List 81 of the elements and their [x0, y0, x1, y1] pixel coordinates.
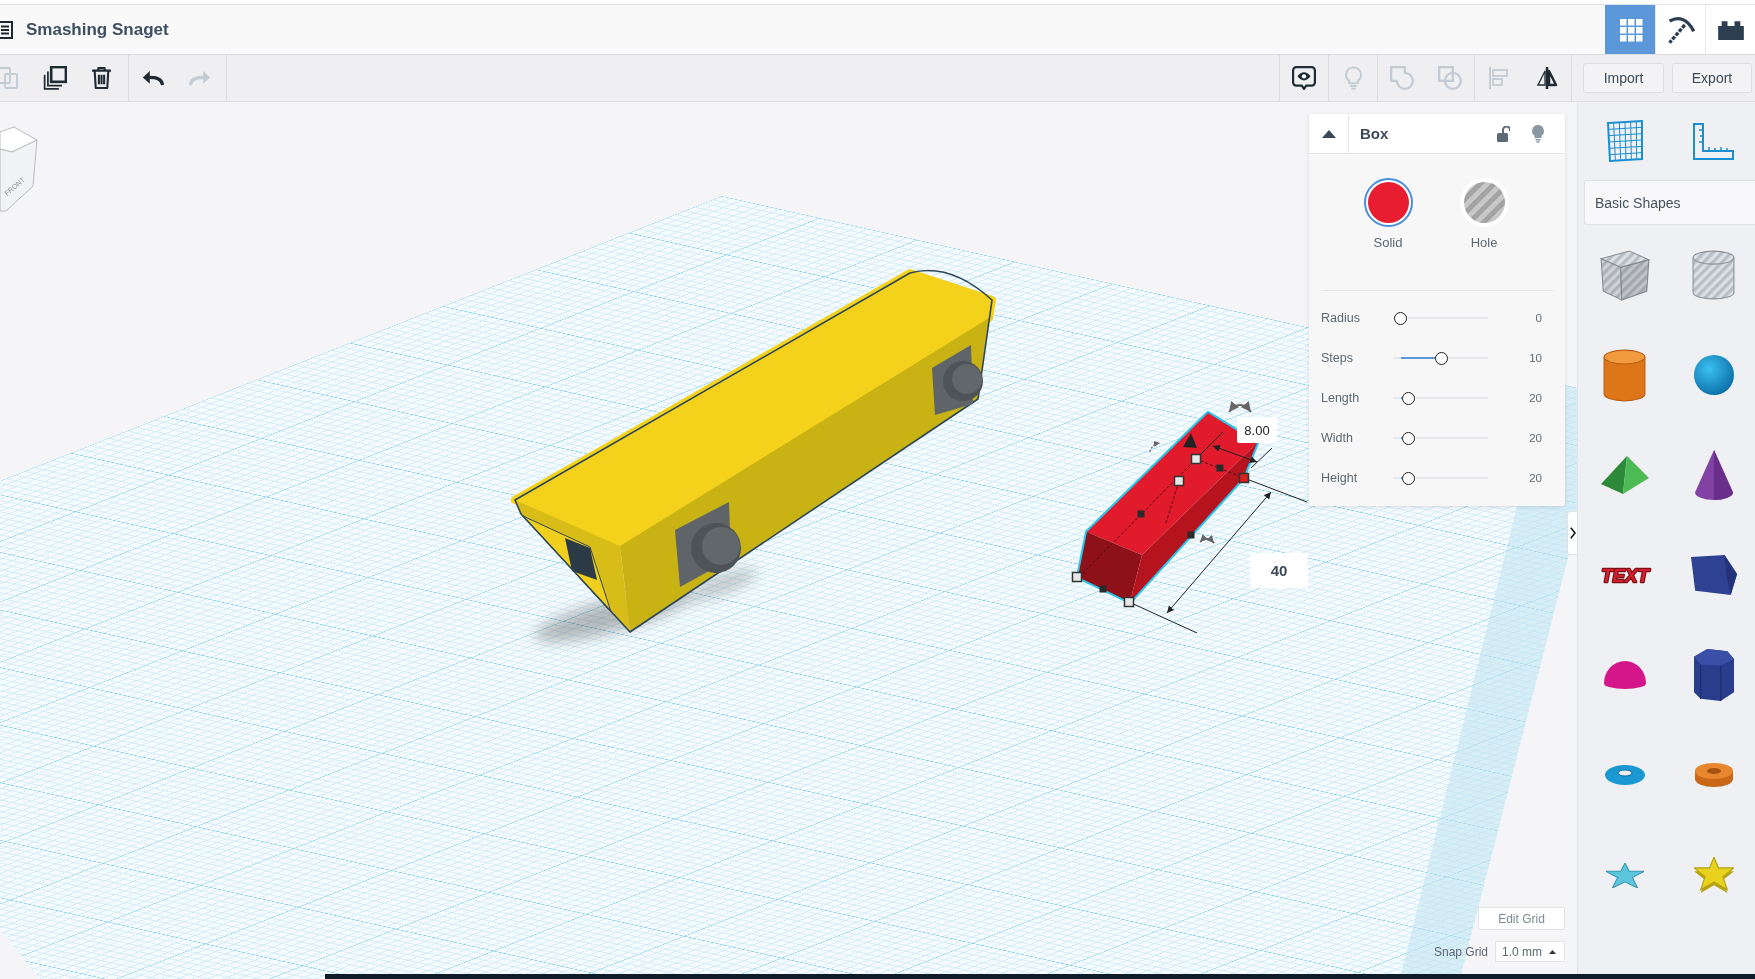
- workplane-grid-icon[interactable]: [1604, 119, 1645, 163]
- slider-thumb[interactable]: [1394, 311, 1407, 325]
- import-button[interactable]: Import: [1583, 63, 1664, 93]
- edge-handle[interactable]: [1137, 510, 1145, 518]
- clipboard-icon: [0, 67, 19, 89]
- edge-handle[interactable]: [1187, 531, 1195, 539]
- edit-grid-button[interactable]: Edit Grid: [1478, 907, 1565, 930]
- sidebar-toggle-button[interactable]: [1567, 511, 1577, 555]
- resize-handle[interactable]: [1238, 472, 1250, 484]
- ruler-icon[interactable]: [1692, 121, 1735, 161]
- slider-thumb[interactable]: [1402, 431, 1416, 445]
- prism-icon[interactable]: [1690, 555, 1737, 595]
- shape-name[interactable]: Box: [1360, 125, 1389, 142]
- cone-icon[interactable]: [1694, 450, 1733, 500]
- parameter-label: Steps: [1321, 351, 1354, 365]
- undo-arrow-icon: [141, 70, 164, 86]
- eye-bubble-icon: [1292, 66, 1316, 90]
- striped-cylinder-icon[interactable]: [1692, 250, 1735, 300]
- export-button[interactable]: Export: [1672, 63, 1752, 93]
- roof-icon[interactable]: [1600, 456, 1649, 494]
- resize-handle[interactable]: [1190, 453, 1202, 465]
- rounded-box-drawing[interactable]: [511, 269, 996, 642]
- dome-icon[interactable]: [1603, 661, 1646, 689]
- edge-handle[interactable]: [1216, 464, 1224, 472]
- height-handle[interactable]: [1183, 433, 1197, 448]
- hexagonal-prism-icon[interactable]: [1693, 649, 1734, 701]
- parameter-value: 20: [1528, 392, 1543, 404]
- brick-icon: [1716, 19, 1745, 40]
- lightbulb-icon[interactable]: [1531, 124, 1545, 143]
- padlock-icon[interactable]: [1497, 125, 1510, 142]
- parameter-value: 20: [1528, 432, 1543, 444]
- parameter-label: Radius: [1321, 311, 1361, 325]
- redo-arrow-icon: [188, 70, 211, 86]
- resize-handle[interactable]: [1123, 596, 1135, 608]
- category-dropdown[interactable]: Basic Shapes: [1584, 180, 1755, 225]
- align-left-icon: [1489, 67, 1509, 89]
- square-circle-icon: [1438, 66, 1462, 90]
- resize-handle[interactable]: [1071, 571, 1083, 583]
- snap-grid-dropdown[interactable]: 1.0 mm: [1495, 941, 1565, 962]
- parameter-label: Width: [1321, 431, 1354, 445]
- tube-icon[interactable]: [1694, 763, 1733, 787]
- trash-icon: [91, 66, 112, 90]
- dimension-label[interactable]: 40: [1250, 553, 1308, 588]
- copy-icon: [42, 66, 67, 90]
- bricks-button[interactable]: [1705, 5, 1755, 54]
- pickaxe-icon: [1666, 15, 1695, 44]
- cylinder-icon[interactable]: [1603, 348, 1646, 402]
- menu-icon[interactable]: [0, 20, 13, 39]
- sphere-icon[interactable]: [1693, 355, 1734, 395]
- slider-thumb[interactable]: [1402, 391, 1416, 405]
- caret-up-icon: [1549, 949, 1556, 954]
- design-title[interactable]: Smashing Snaget: [26, 19, 169, 40]
- solid-mode-button[interactable]: Solid: [1345, 178, 1431, 251]
- chevron-right-icon: [1569, 527, 1576, 539]
- dimension-label[interactable]: 8.00: [1237, 417, 1277, 443]
- striped-box-icon[interactable]: [1599, 249, 1650, 301]
- edge-handle[interactable]: [1099, 585, 1107, 593]
- rotate-arrow-icon[interactable]: [1199, 534, 1215, 544]
- parameter-value: 0: [1534, 312, 1543, 324]
- parameter-label: Height: [1321, 471, 1359, 485]
- snap-grid-label: Snap Grid: [1433, 944, 1488, 959]
- slider-thumb[interactable]: [1434, 351, 1448, 365]
- text-shape[interactable]: TEXT: [1597, 561, 1652, 589]
- lightbulb-icon: [1344, 66, 1362, 90]
- striped-swatch-icon: [1463, 182, 1505, 223]
- slider-thumb[interactable]: [1402, 471, 1416, 485]
- rotate-arrow-icon[interactable]: [1228, 401, 1252, 413]
- grid-view-icon: [1618, 17, 1643, 42]
- parameter-value: 20: [1528, 472, 1543, 484]
- parameter-label: Length: [1321, 391, 1361, 405]
- merged-shapes-icon: [1390, 66, 1414, 90]
- caret-up-icon: [1321, 129, 1336, 138]
- hole-mode-button[interactable]: Hole: [1441, 178, 1527, 251]
- star-icon[interactable]: [1605, 862, 1644, 888]
- pickaxe-button[interactable]: [1655, 5, 1705, 54]
- star-icon[interactable]: [1693, 857, 1734, 893]
- torus-icon[interactable]: [1604, 765, 1645, 785]
- mirror-icon: [1536, 66, 1558, 90]
- resize-handle[interactable]: [1173, 475, 1185, 487]
- rotate-arrow-icon[interactable]: [1149, 441, 1161, 453]
- parameter-value: 10: [1528, 352, 1543, 364]
